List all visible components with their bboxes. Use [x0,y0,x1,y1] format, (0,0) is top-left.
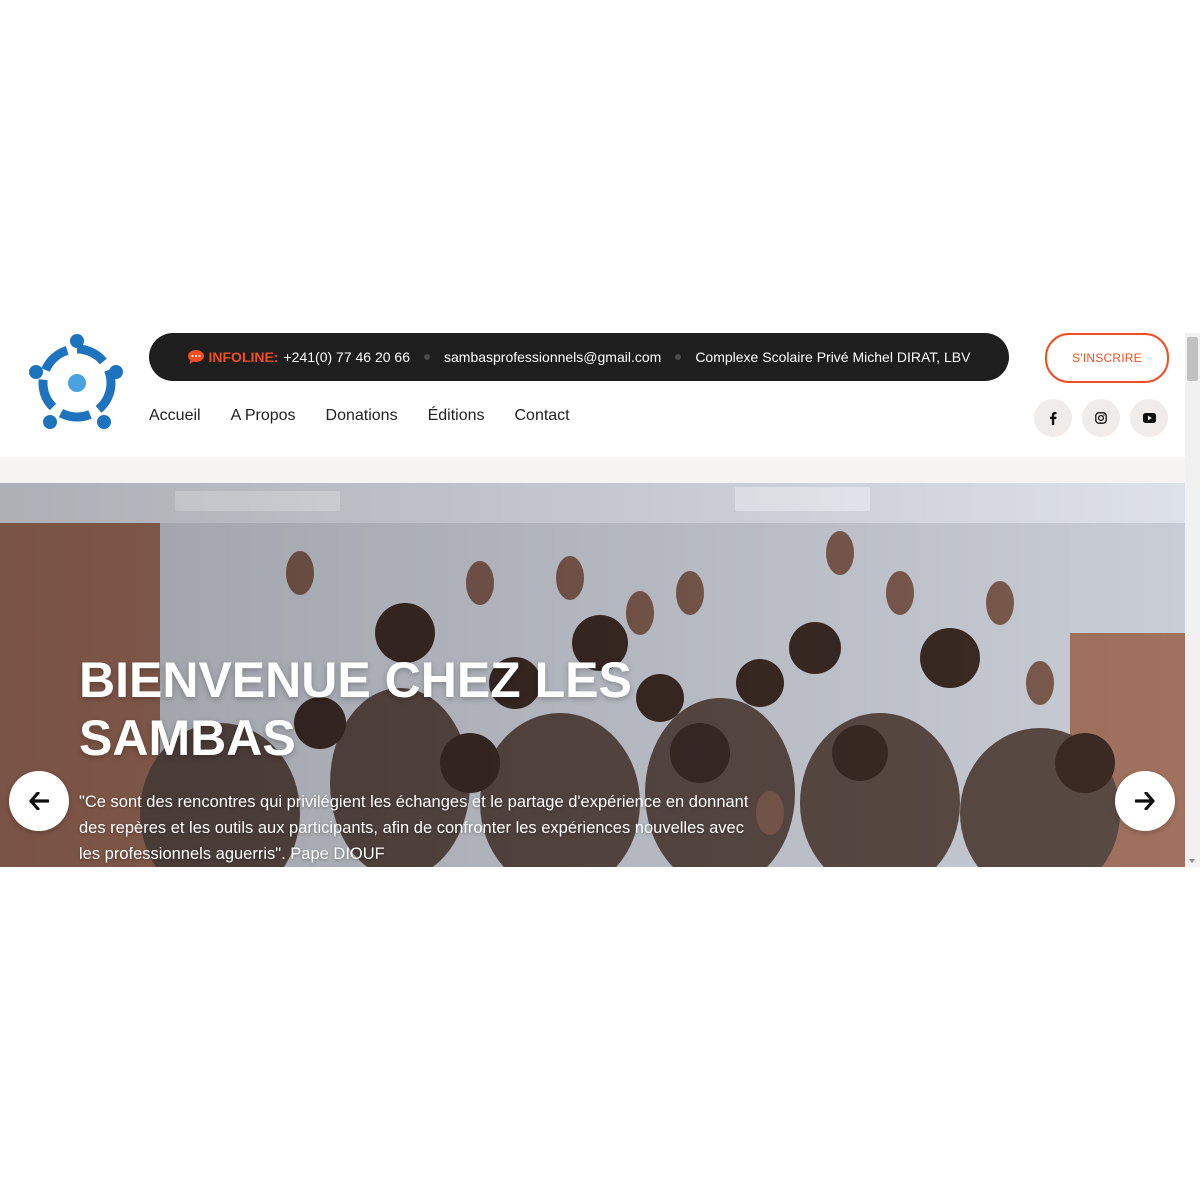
youtube-link[interactable] [1130,399,1168,437]
info-bar: INFOLINE: +241(0) 77 46 20 66 sambasprof… [149,333,1009,381]
scroll-down-arrow[interactable] [1189,859,1195,863]
infoline: INFOLINE: +241(0) 77 46 20 66 [187,349,411,365]
address-text: Complexe Scolaire Privé Michel DIRAT, LB… [695,349,971,365]
arrow-left-icon [29,792,49,810]
youtube-icon [1142,413,1156,423]
arrow-right-icon [1135,792,1155,810]
scrollbar-thumb[interactable] [1187,337,1198,381]
email-link[interactable]: sambasprofessionnels@gmail.com [444,349,661,365]
vertical-scrollbar[interactable] [1185,333,1200,867]
hero-quote: "Ce sont des rencontres qui privilégient… [79,793,749,863]
infoline-label: INFOLINE: [208,349,279,365]
separator-dot [675,354,682,360]
browser-viewport: INFOLINE: +241(0) 77 46 20 66 sambasprof… [0,333,1200,867]
slider-next-button[interactable] [1115,771,1175,831]
nav-item-donations[interactable]: Donations [326,407,398,425]
slider-prev-button[interactable] [9,771,69,831]
chat-icon [187,350,204,364]
separator-dot [424,354,430,360]
main-nav: Accueil A Propos Donations Éditions Cont… [149,407,570,425]
logo[interactable] [24,333,130,436]
social-links [1034,399,1168,437]
facebook-icon [1050,411,1057,425]
site-header: INFOLINE: +241(0) 77 46 20 66 sambasprof… [0,333,1185,457]
instagram-icon [1095,412,1107,424]
phone-number[interactable]: +241(0) 77 46 20 66 [284,349,411,365]
nav-item-editions[interactable]: Éditions [428,407,485,425]
hero-slider: BIENVENUE CHEZ LES SAMBAS "Ce sont des r… [0,483,1185,867]
instagram-link[interactable] [1082,399,1120,437]
nav-item-accueil[interactable]: Accueil [149,407,201,425]
nav-item-contact[interactable]: Contact [514,407,569,425]
facebook-link[interactable] [1034,399,1072,437]
header-divider-strip [0,457,1185,483]
nav-item-a-propos[interactable]: A Propos [231,407,296,425]
hero-title: BIENVENUE CHEZ LES SAMBAS [79,652,632,766]
register-button[interactable]: S'INSCRIRE [1045,333,1169,383]
